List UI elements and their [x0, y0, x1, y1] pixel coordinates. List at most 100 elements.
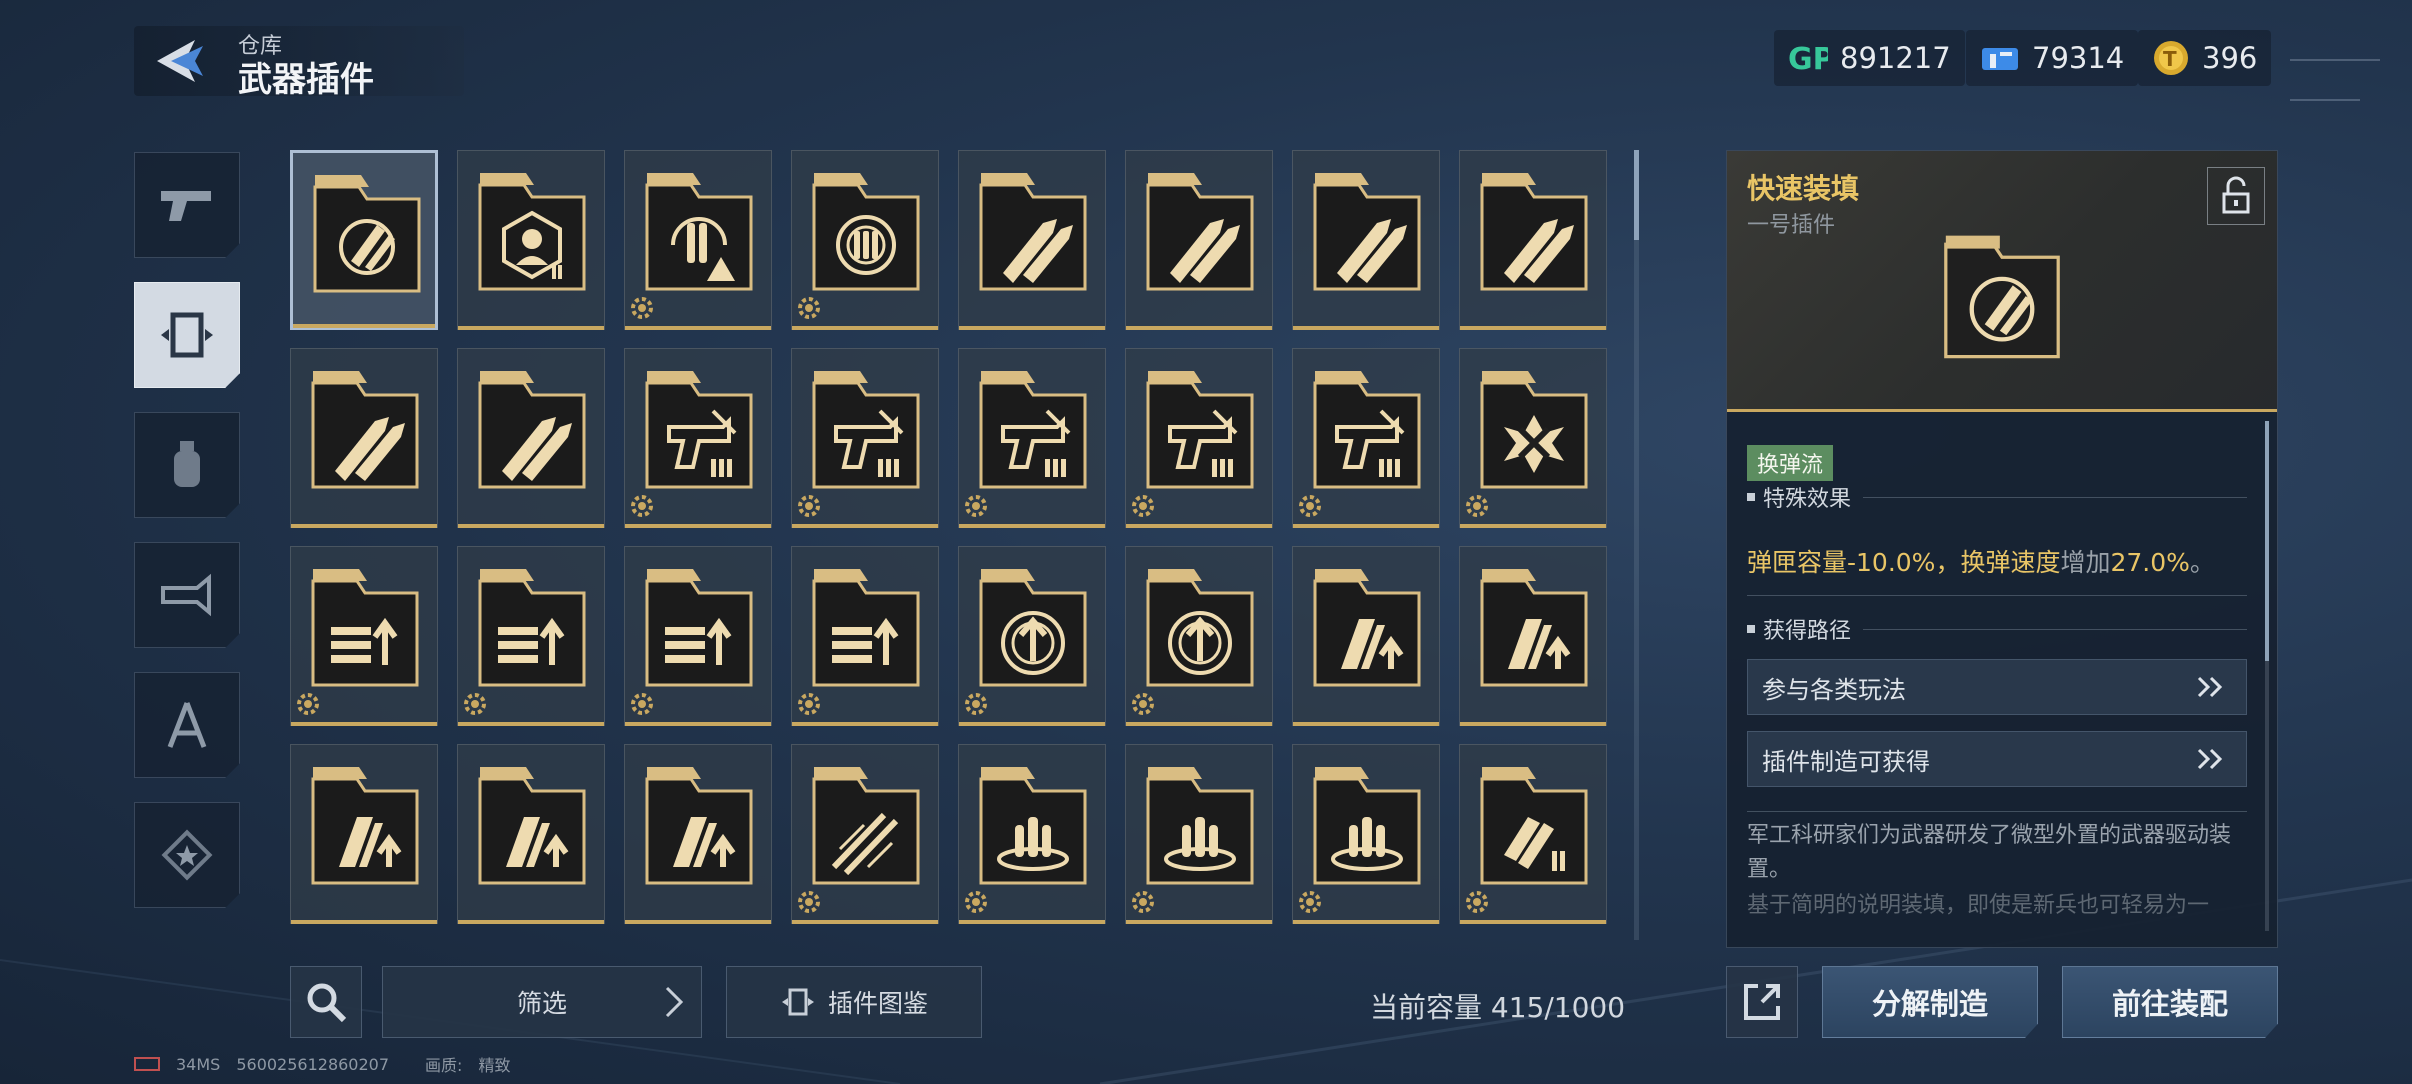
side-tab-tools[interactable] — [134, 672, 240, 778]
plugin-slot[interactable] — [1459, 546, 1607, 726]
plugin-slot[interactable] — [290, 348, 438, 528]
divider — [1747, 595, 2247, 596]
plugin-slot[interactable] — [457, 744, 605, 924]
gear-icon — [631, 495, 653, 517]
plugin-slot[interactable] — [624, 744, 772, 924]
plugin-slot[interactable] — [1292, 744, 1440, 924]
dismantle-button[interactable]: 分解制造 — [1822, 966, 2038, 1038]
source-crafting[interactable]: 插件制造可获得 — [1747, 731, 2247, 787]
plugin-slot[interactable] — [1292, 348, 1440, 528]
plugin-slot[interactable] — [958, 150, 1106, 330]
filter-button[interactable]: 筛选 — [382, 966, 702, 1038]
rarity-bar — [1126, 524, 1272, 528]
rarity-bar — [959, 524, 1105, 528]
gear-icon — [1132, 495, 1154, 517]
codex-button[interactable]: 插件图鉴 — [726, 966, 982, 1038]
grenade-icon — [174, 441, 200, 487]
plugin-slot[interactable] — [1459, 744, 1607, 924]
rarity-bar — [625, 524, 771, 528]
gear-icon — [798, 495, 820, 517]
plugin-slot[interactable] — [1125, 348, 1273, 528]
grid-scrollbar-thumb[interactable] — [1634, 150, 1639, 240]
target-person-icon — [478, 173, 586, 291]
plugin-slot[interactable] — [624, 546, 772, 726]
codex-icon — [781, 988, 814, 1016]
effect-section-title: 特殊效果 — [1747, 481, 1851, 513]
burst-x-icon — [1480, 371, 1588, 489]
svg-text:T: T — [2163, 47, 2177, 71]
rarity-bar — [625, 722, 771, 726]
ping-value: 34MS — [176, 1054, 221, 1074]
detail-scrollbar-thumb[interactable] — [2265, 421, 2269, 661]
gear-icon — [1466, 891, 1488, 913]
plugin-slot[interactable] — [1459, 150, 1607, 330]
back-arrow-icon — [157, 40, 203, 82]
gear-icon — [631, 693, 653, 715]
source-play-modes[interactable]: 参与各类玩法 — [1747, 659, 2247, 715]
currency-gp-value: 891217 — [1840, 41, 1951, 75]
side-tab-weapon[interactable] — [134, 152, 240, 258]
magazine-up-icon — [1480, 569, 1588, 687]
plugin-slot[interactable] — [457, 150, 605, 330]
gear-icon — [965, 495, 987, 517]
gear-icon — [965, 693, 987, 715]
grid-scrollbar[interactable] — [1634, 150, 1639, 940]
plugin-slot[interactable] — [791, 744, 939, 924]
rarity-bar — [1460, 920, 1606, 924]
lock-button[interactable] — [2207, 167, 2265, 225]
rarity-bar — [1293, 920, 1439, 924]
compass-icon — [167, 702, 207, 748]
pistol-icon — [161, 191, 211, 221]
back-button[interactable] — [134, 26, 224, 96]
plugin-slot[interactable] — [290, 744, 438, 924]
gun-ammo-icon — [1146, 371, 1254, 489]
capacity-label: 当前容量 415/1000 — [1370, 991, 1626, 1024]
plugin-slot[interactable] — [1125, 744, 1273, 924]
search-button[interactable] — [290, 966, 362, 1038]
filter-label: 筛选 — [516, 989, 567, 1018]
side-tab-gadget[interactable] — [134, 542, 240, 648]
crosshair-bullets-icon — [812, 173, 920, 291]
gear-icon — [798, 891, 820, 913]
plugin-slot[interactable] — [290, 546, 438, 726]
plugin-slot[interactable] — [624, 150, 772, 330]
rarity-bar — [291, 524, 437, 528]
bullet-warning-icon — [645, 173, 753, 291]
equip-button[interactable]: 前往装配 — [2062, 966, 2278, 1038]
plugin-slot[interactable] — [958, 546, 1106, 726]
gear-icon — [798, 693, 820, 715]
plugin-slot[interactable] — [958, 348, 1106, 528]
detail-header: 快速装填 一号插件 — [1727, 151, 2277, 412]
gear-icon — [1132, 693, 1154, 715]
search-icon — [307, 983, 347, 1023]
plugin-slot[interactable] — [1292, 546, 1440, 726]
plugin-slot[interactable] — [791, 348, 939, 528]
plugin-slot[interactable] — [457, 546, 605, 726]
rarity-bar — [959, 722, 1105, 726]
plugin-slot[interactable] — [791, 546, 939, 726]
side-tab-grenade[interactable] — [134, 412, 240, 518]
status-bar: 34MS 560025612860207 画质: 精致 — [134, 1052, 510, 1076]
currency-ticket: 79314 — [1966, 30, 2139, 86]
plugin-slot[interactable] — [457, 348, 605, 528]
plugin-slot: 一号插件 — [1747, 213, 1836, 238]
plugin-slot[interactable] — [958, 744, 1106, 924]
plugin-slot[interactable] — [624, 348, 772, 528]
plugin-slot[interactable] — [1125, 546, 1273, 726]
crosshair-up-icon — [1146, 569, 1254, 687]
gear-icon — [1299, 891, 1321, 913]
share-button[interactable] — [1726, 966, 1798, 1038]
plugin-slot[interactable] — [1459, 348, 1607, 528]
plugin-slot[interactable] — [791, 150, 939, 330]
plugin-slot[interactable] — [290, 150, 438, 330]
ticket-icon — [1982, 48, 2018, 70]
plugin-slot[interactable] — [1292, 150, 1440, 330]
gear-icon — [631, 297, 653, 319]
source-section-title: 获得路径 — [1747, 613, 1851, 645]
ammo-up-icon — [478, 569, 586, 687]
side-tab-badge[interactable] — [134, 802, 240, 908]
ammo-up-icon — [645, 569, 753, 687]
side-tab-plugin[interactable] — [134, 282, 240, 388]
rarity-bar — [1293, 524, 1439, 528]
plugin-slot[interactable] — [1125, 150, 1273, 330]
